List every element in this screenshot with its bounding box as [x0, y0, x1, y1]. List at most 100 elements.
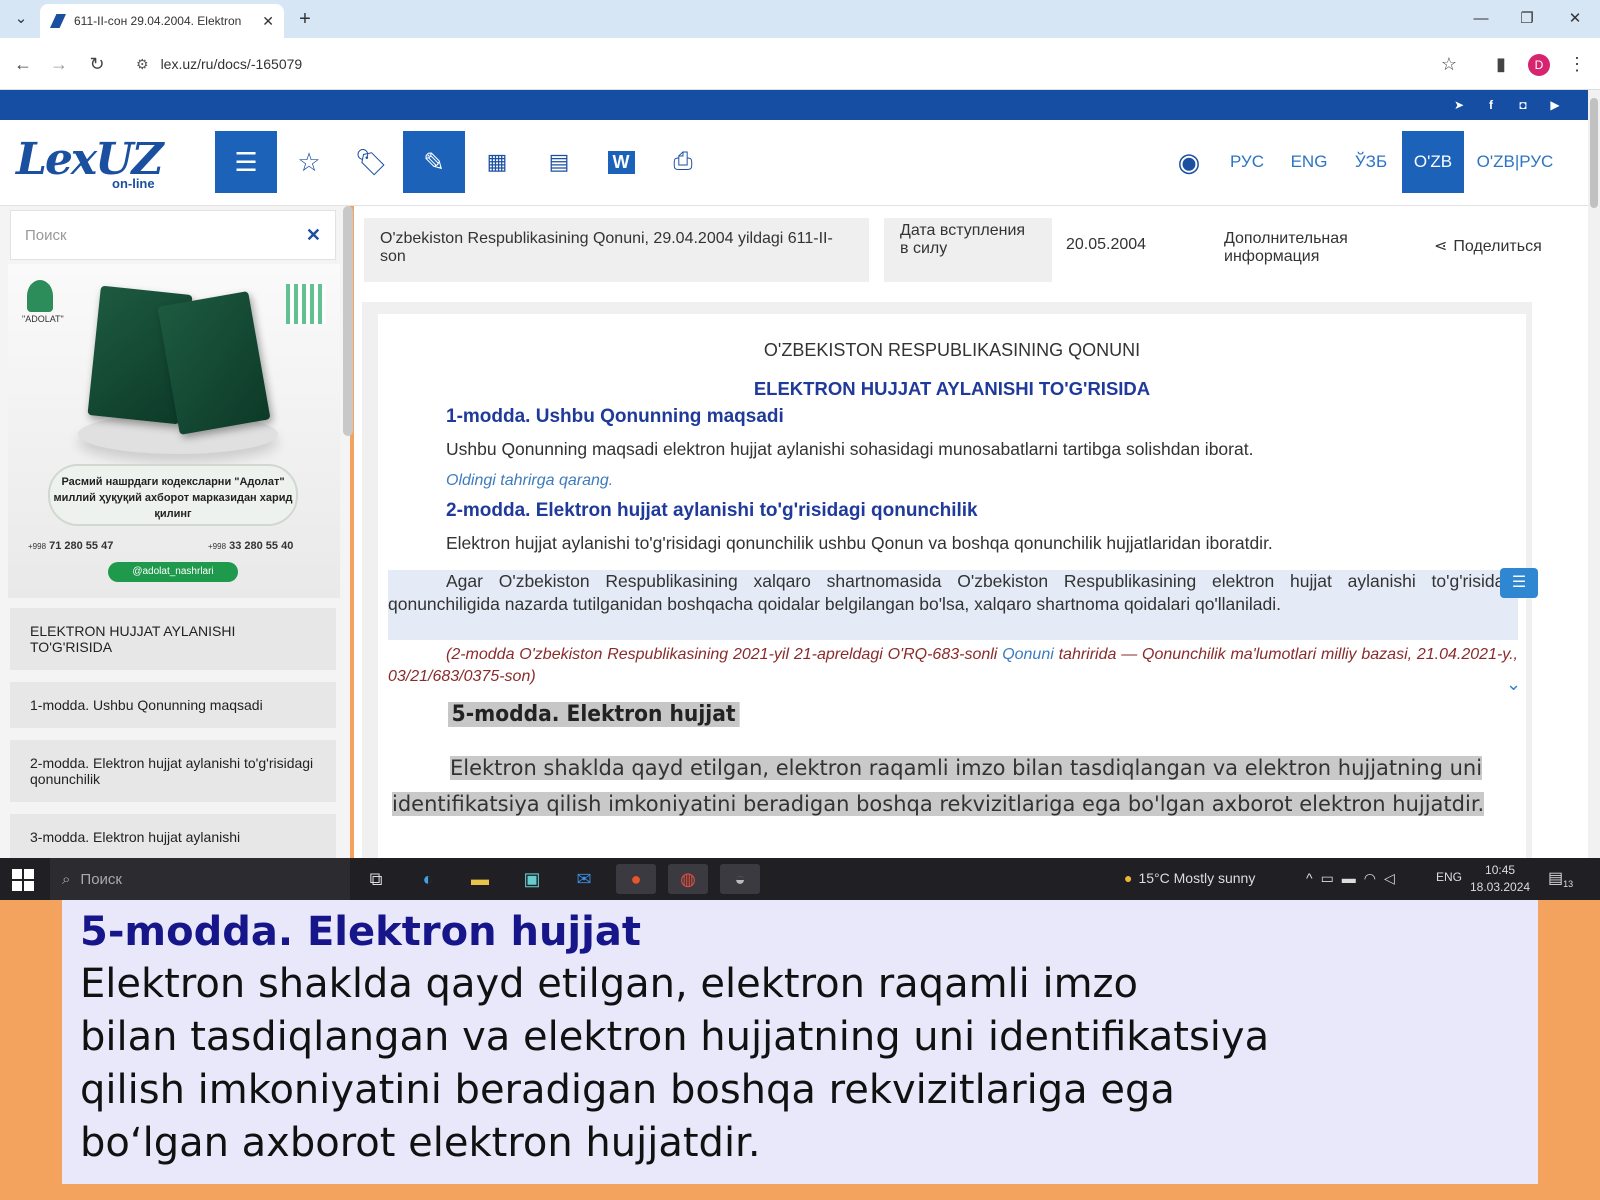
word-icon[interactable]: W	[590, 131, 652, 193]
star-icon[interactable]: ☆	[278, 131, 340, 193]
note-text: (2-modda O'zbekiston Respublikasining 20…	[446, 646, 1003, 663]
menu-icon[interactable]: ☰	[215, 131, 277, 193]
share-button[interactable]: ⋖ Поделиться	[1434, 236, 1542, 256]
clock[interactable]: 10:45 18.03.2024	[1470, 862, 1530, 896]
document-panel: O'ZBEKISTON RESPUBLIKASINING QONUNI ELEK…	[362, 302, 1532, 858]
lang-uzb-cyr[interactable]: ЎЗБ	[1346, 131, 1396, 193]
notification-icon[interactable]: ▤13	[1548, 868, 1573, 889]
additional-info-link[interactable]: Дополнительная информация	[1224, 230, 1424, 266]
clock-date: 18.03.2024	[1470, 880, 1531, 894]
tab-list-chevron-icon[interactable]: ⌄	[6, 0, 36, 38]
previous-edition-link[interactable]: Oldingi tahrirga qarang.	[446, 472, 613, 490]
comment-icon[interactable]: ☰	[1500, 568, 1538, 598]
site-info-icon[interactable]: ⚙	[136, 56, 149, 73]
eye-icon[interactable]: ◉	[1158, 131, 1220, 193]
tray-icons[interactable]: ^▭▬◠◁	[1306, 870, 1403, 887]
back-icon[interactable]: ←	[6, 38, 40, 90]
article-5-text: Elektron shaklda qayd etilgan, elektron …	[392, 750, 1526, 822]
telegram-icon[interactable]: ➤	[1448, 90, 1470, 120]
mail-icon[interactable]: ✉	[564, 864, 604, 894]
app-icon[interactable]: ◒	[720, 864, 760, 894]
law-type: O'ZBEKISTON RESPUBLIKASINING QONUNI	[763, 340, 1141, 360]
calendar-icon[interactable]: ▦	[466, 131, 528, 193]
powerpoint-icon[interactable]: ●	[616, 864, 656, 894]
sidebar-item-article-1[interactable]: 1-modda. Ushbu Qonunning maqsadi	[10, 682, 336, 728]
share-icon: ⋖	[1434, 238, 1448, 255]
restore-icon[interactable]: ❐	[1512, 0, 1542, 38]
lang-uzb-rus[interactable]: O'ZB|РУС	[1470, 131, 1560, 193]
profile-avatar[interactable]: D	[1528, 54, 1550, 76]
qr-code-icon	[286, 284, 326, 324]
sidebar-item-article-3[interactable]: 3-modda. Elektron hujjat aylanishi	[10, 814, 336, 858]
close-tab-icon[interactable]: ✕	[262, 13, 274, 30]
minimize-icon[interactable]: —	[1466, 0, 1496, 38]
clear-search-icon[interactable]: ✕	[306, 225, 321, 246]
edge-icon[interactable]: ◐	[408, 864, 448, 894]
tab-title: 611-II-сон 29.04.2004. Elektron	[74, 14, 242, 28]
input-language[interactable]: ENG	[1436, 870, 1462, 884]
telegram-handle[interactable]: @adolat_nashrlari	[108, 562, 238, 582]
print-icon[interactable]: ⎙	[652, 131, 714, 193]
weather-widget[interactable]: ● 15°C Mostly sunny	[1124, 870, 1255, 886]
lexuz-favicon-icon	[50, 14, 66, 28]
scroll-thumb[interactable]	[1590, 98, 1598, 208]
windows-taskbar: ⌕ Поиск ⧉ ◐ ▬ ▣ ✉ ● ◍ ◒ ● 15°C Mostly sun…	[0, 858, 1600, 900]
sidebar-search-input[interactable]: Поиск ✕	[10, 210, 336, 260]
forward-icon[interactable]: →	[42, 38, 76, 90]
subtitle-heading: 5-modda. Elektron hujjat	[80, 909, 641, 955]
sidebar: Поиск ✕ "ADOLAT" Расмий нашрдаги кодексл…	[0, 206, 350, 858]
close-window-icon[interactable]: ✕	[1560, 0, 1590, 38]
sidebar-item-title[interactable]: ELEKTRON HUJJAT AYLANISHI TO'G'RISIDA	[10, 608, 336, 670]
compare-icon[interactable]: ▤	[528, 131, 590, 193]
new-tab-icon[interactable]: +	[290, 0, 320, 38]
banner-caption: Расмий нашрдаги кодексларни "Адолат" мил…	[48, 464, 298, 526]
article-5-title[interactable]: 5-modda. Elektron hujjat	[448, 702, 740, 727]
logo-subtext: on-line	[112, 176, 155, 191]
reload-icon[interactable]: ↻	[80, 38, 114, 90]
article-1-title[interactable]: 1-modda. Ushbu Qonunning maqsadi	[446, 406, 784, 428]
article-2-text-2: Agar O'zbekiston Respublikasining xalqar…	[388, 571, 1518, 614]
youtube-icon[interactable]: ▶	[1544, 90, 1566, 120]
share-label: Поделиться	[1453, 238, 1542, 255]
chrome-icon[interactable]: ◍	[668, 864, 708, 894]
chevron-down-icon[interactable]: ⌄	[1506, 674, 1521, 695]
windows-start-icon[interactable]	[12, 869, 34, 891]
article-2-text-1: Elektron hujjat aylanishi to'g'risidagi …	[446, 533, 1273, 553]
edit-doc-icon[interactable]: ✎	[403, 131, 465, 193]
notification-count: 13	[1563, 879, 1574, 890]
instagram-icon[interactable]: ◘	[1512, 90, 1534, 120]
law-link[interactable]: Qonuni	[1002, 646, 1054, 663]
phone-prefix: +998	[208, 542, 227, 551]
sidebar-item-article-2[interactable]: 2-modda. Elektron hujjat aylanishi to'g'…	[10, 740, 336, 802]
sidebar-scrollbar[interactable]	[343, 206, 353, 436]
lexuz-logo[interactable]: LexUZ on-line	[16, 134, 191, 192]
sun-icon: ●	[1124, 870, 1133, 886]
law-title: ELEKTRON HUJJAT AYLANISHI TO'G'RISIDA	[753, 378, 1151, 399]
taskbar-search[interactable]: ⌕ Поиск	[50, 858, 350, 900]
banner-phone-1: +998 71 280 55 47	[28, 540, 113, 552]
adolat-banner[interactable]: "ADOLAT" Расмий нашрдаги кодексларни "Ад…	[8, 264, 340, 598]
facebook-icon[interactable]: f	[1480, 90, 1502, 120]
banner-phone-2: +998 33 280 55 40	[208, 540, 293, 552]
lang-uzb-lat[interactable]: O'ZB	[1402, 131, 1464, 193]
file-explorer-icon[interactable]: ▬	[460, 864, 500, 894]
search-placeholder: Поиск	[25, 226, 67, 244]
article-2-title[interactable]: 2-modda. Elektron hujjat aylanishi to'g'…	[446, 500, 978, 522]
url-field[interactable]: ⚙ lex.uz/ru/docs/-165079	[124, 44, 1448, 84]
side-panel-icon[interactable]: ▮	[1484, 38, 1518, 90]
site-toolbar: LexUZ on-line ☰ ☆ 🏷 ✎ ▦ ▤ W ⎙ ◉ РУС ENG …	[0, 120, 1588, 206]
lang-rus[interactable]: РУС	[1222, 131, 1272, 193]
browser-tab[interactable]: 611-II-сон 29.04.2004. Elektron ✕	[40, 4, 284, 38]
page-scrollbar[interactable]	[1588, 90, 1600, 858]
search-icon: ⌕	[62, 870, 71, 888]
bookmark-star-icon[interactable]: ☆	[1432, 38, 1466, 90]
effective-date-label: Дата вступления в силу	[884, 218, 1052, 282]
lang-eng[interactable]: ENG	[1284, 131, 1334, 193]
document-title: O'zbekiston Respublikasining Qonuni, 29.…	[364, 218, 869, 282]
task-view-icon[interactable]: ⧉	[356, 864, 396, 894]
browser-menu-icon[interactable]: ⋮	[1560, 38, 1594, 90]
phone-number: 71 280 55 47	[49, 540, 114, 552]
tags-icon[interactable]: 🏷	[340, 131, 402, 193]
document-area: O'zbekiston Respublikasining Qonuni, 29.…	[354, 206, 1588, 858]
store-icon[interactable]: ▣	[512, 864, 552, 894]
